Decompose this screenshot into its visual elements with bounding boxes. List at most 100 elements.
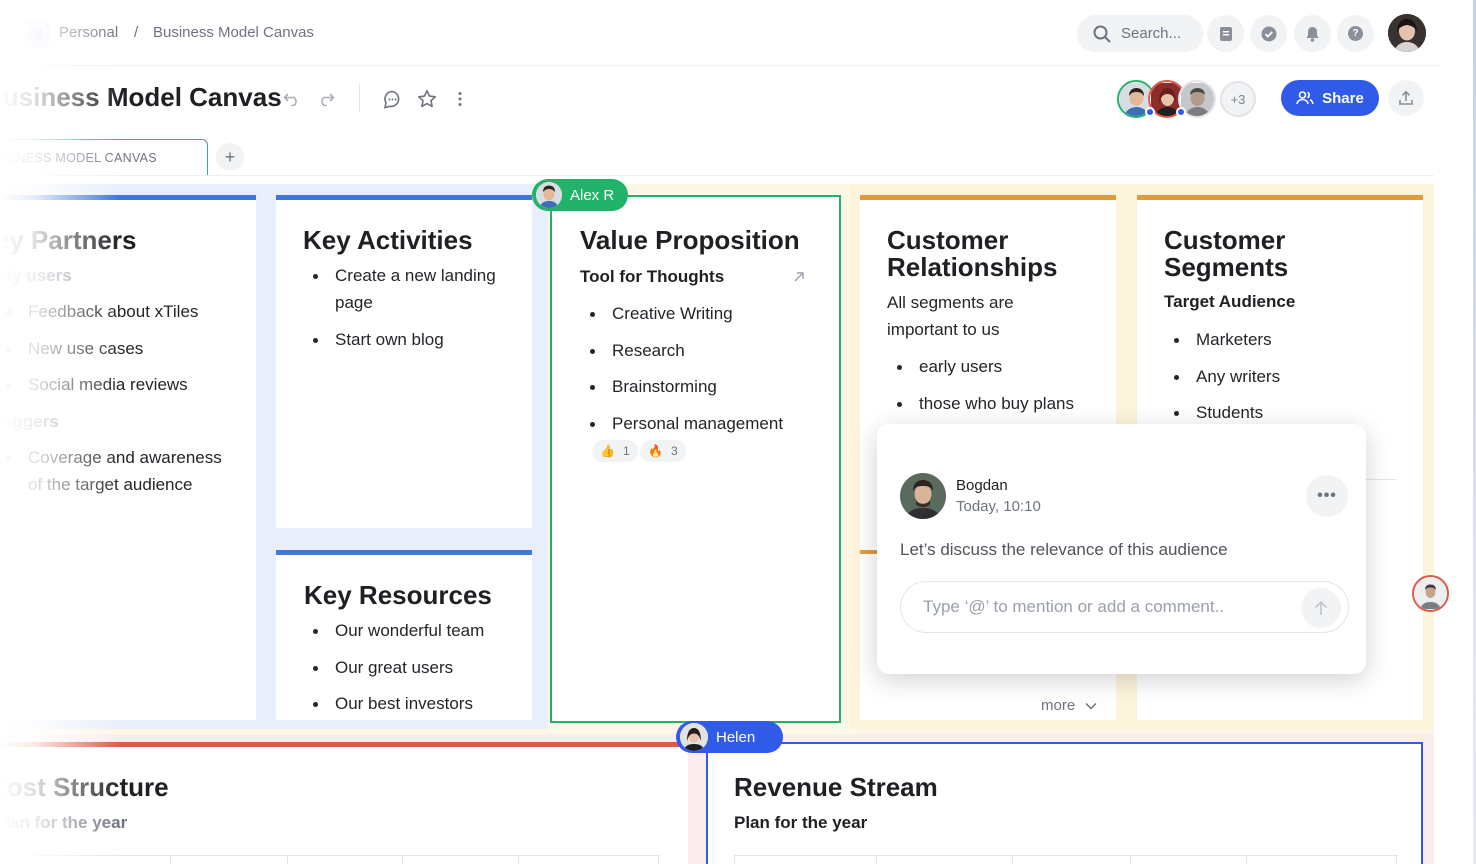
cursor-name: Helen [716, 728, 756, 746]
list-item: Research [580, 337, 830, 364]
more-options-button[interactable] [447, 86, 473, 112]
share-label: Share [1322, 89, 1364, 107]
comment-menu-button[interactable]: ••• [1306, 475, 1348, 517]
favorite-button[interactable] [414, 86, 440, 112]
help-button[interactable]: ? [1337, 15, 1374, 52]
value-proposition-subtitle: Tool for Thoughts [580, 267, 725, 286]
share-button[interactable]: Share [1281, 80, 1379, 116]
notifications-button[interactable] [1294, 15, 1331, 52]
toolbar-divider [359, 84, 360, 112]
open-link-icon[interactable] [793, 271, 805, 283]
more-dots-icon: ••• [1317, 487, 1337, 504]
document-title[interactable]: Business Model Canvas [0, 82, 282, 113]
list-item: Our great users [303, 654, 528, 681]
comment-author-avatar [900, 473, 946, 519]
add-tab-button[interactable]: + [216, 143, 244, 171]
comment-message: Let’s discuss the relevance of this audi… [900, 540, 1228, 559]
list-item: Brainstorming [580, 373, 830, 400]
alex-avatar [536, 182, 562, 208]
plus-icon: + [224, 146, 236, 167]
undo-button[interactable] [279, 86, 305, 112]
breadcrumb-workspace[interactable]: Personal [59, 24, 118, 41]
remote-user-cursor[interactable] [1412, 575, 1449, 612]
breadcrumb-separator: / [134, 24, 139, 41]
top-bar: Personal / Business Model Canvas Search.… [0, 0, 1440, 66]
helen-avatar [680, 723, 708, 751]
section-color-bar [860, 195, 1116, 200]
key-activities-title: Key Activities [303, 225, 473, 255]
comment-input[interactable]: Type ‘@’ to mention or add a comment.. [900, 581, 1349, 633]
users-icon [1296, 91, 1314, 105]
breadcrumb-page[interactable]: Business Model Canvas [153, 24, 314, 41]
customer-segments-title: Customer Segments [1164, 225, 1289, 282]
revenue-stream-title: Revenue Stream [734, 772, 938, 802]
search-icon [1093, 25, 1111, 42]
reaction-count: 1 [622, 444, 630, 458]
redo-button[interactable] [313, 86, 339, 112]
comment-icon [383, 90, 399, 109]
list-item: Start own blog [303, 326, 503, 353]
group-label: Bloggers [0, 412, 59, 431]
arrow-up-icon [1314, 600, 1328, 615]
revenue-stream-card[interactable]: Revenue Stream Plan for the year [706, 742, 1423, 864]
section-color-bar [276, 195, 532, 200]
list-item: early users [887, 353, 1112, 380]
list-item: Students [1164, 399, 1384, 426]
list-item: Coverage and awareness of the target aud… [0, 444, 236, 498]
export-button[interactable] [1388, 80, 1424, 116]
chevron-down-icon [1085, 702, 1097, 710]
check-circle-icon [1261, 26, 1276, 41]
thumbs-up-icon: 👍 [600, 444, 615, 458]
customer-relationships-title: Customer Relationships [887, 225, 1058, 282]
tab-business-model-canvas[interactable]: BUSINESS MODEL CANVAS [0, 139, 208, 175]
section-color-bar [0, 742, 688, 747]
divider [1365, 479, 1397, 480]
cost-table [0, 855, 660, 864]
help-icon: ? [1348, 26, 1363, 41]
upload-icon [1399, 90, 1413, 105]
revenue-table [734, 855, 1398, 864]
undo-icon [283, 93, 297, 106]
comments-button[interactable] [379, 86, 405, 112]
key-partners-card[interactable]: Key Partners Early users Feedback about … [0, 195, 256, 720]
reaction-count: 3 [670, 444, 678, 458]
kebab-menu-icon [458, 92, 462, 106]
list-item: New use cases [0, 335, 246, 362]
reaction-fire[interactable]: 🔥 3 [640, 440, 686, 462]
documents-button[interactable] [1207, 15, 1244, 52]
key-resources-card[interactable]: Key Resources Our wonderful team Our gre… [276, 550, 532, 720]
list-item: Social media reviews [0, 371, 246, 398]
more-collaborators-badge[interactable]: +3 [1220, 81, 1256, 117]
section-color-bar [0, 195, 256, 200]
reaction-thumbs-up[interactable]: 👍 1 [592, 440, 638, 462]
search-placeholder: Search... [1121, 25, 1182, 42]
star-icon [418, 90, 436, 108]
online-indicator [1145, 107, 1155, 117]
revenue-stream-subtitle: Plan for the year [734, 813, 868, 832]
section-color-bar [1137, 195, 1423, 200]
comment-author: Bogdan [956, 477, 1008, 494]
list-item: Marketers [1164, 326, 1384, 353]
section-color-bar [276, 550, 532, 555]
redo-icon [321, 93, 335, 106]
customer-relationships-text: All segments are important to us [887, 293, 1014, 339]
comment-time: Today, 10:10 [956, 498, 1041, 515]
search-box[interactable]: Search... [1077, 15, 1203, 52]
workspace-logo-icon[interactable] [22, 20, 50, 48]
value-proposition-card[interactable]: Value Proposition Tool for Thoughts Crea… [550, 195, 841, 723]
list-item: Feedback about xTiles [0, 298, 246, 325]
list-item: those who buy plans [887, 390, 1112, 417]
user-avatar[interactable] [1388, 14, 1426, 52]
cursor-name: Alex R [570, 186, 615, 204]
list-item: Our best investors [303, 690, 528, 717]
key-activities-card[interactable]: Key Activities Create a new landing page… [276, 195, 532, 528]
cost-structure-title: Cost Structure [0, 772, 169, 802]
bell-icon [1306, 26, 1319, 42]
tab-divider [0, 175, 1434, 176]
comment-popup[interactable]: Bogdan Today, 10:10 ••• Let’s discuss th… [877, 424, 1366, 674]
show-more-button[interactable]: more [1041, 697, 1097, 714]
tasks-button[interactable] [1250, 15, 1287, 52]
send-comment-button[interactable] [1301, 588, 1341, 628]
key-resources-title: Key Resources [304, 580, 492, 610]
cost-structure-card[interactable]: Cost Structure Plan for the year [0, 742, 688, 864]
